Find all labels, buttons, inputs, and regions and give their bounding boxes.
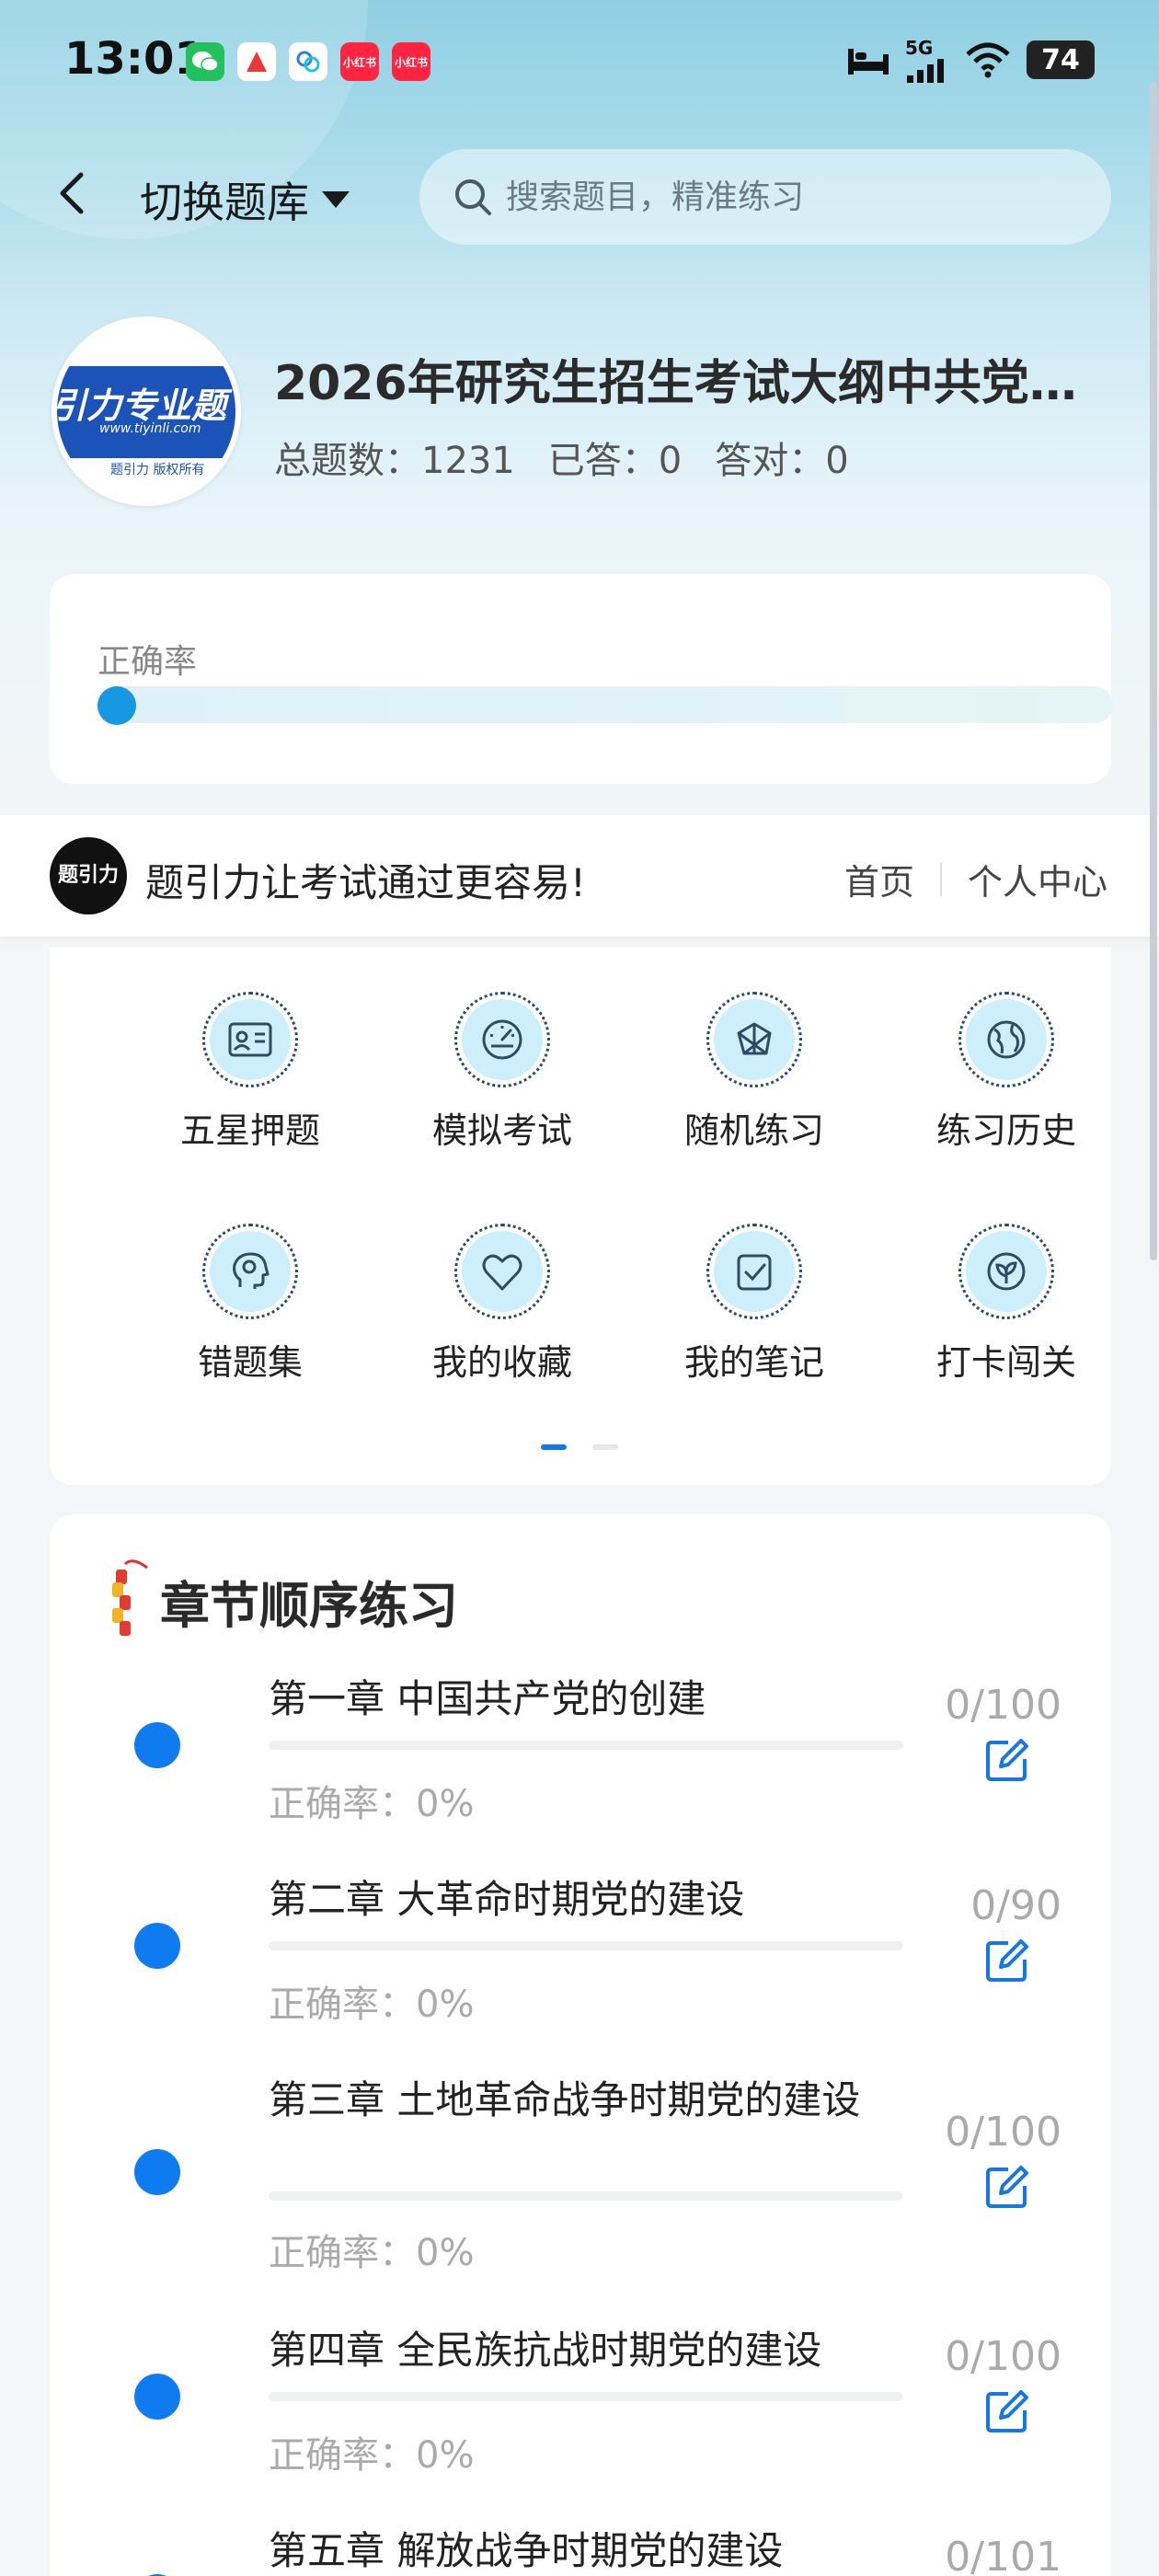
feature-check-in[interactable]: 打卡闯关 [905,1224,1107,1385]
status-indicators: 5G 74 [846,37,1095,83]
globe-icon [987,1020,1026,1059]
note-check-icon [737,1254,772,1291]
chapter-count: 0/101 [945,2534,1061,2576]
chapter-practice-card: 章节顺序练习 第一章 中国共产党的创建 正确率：0% 0/100 第二章 大革命… [50,1514,1111,2576]
nav-divider [939,862,942,896]
chapter-count: 0/90 [970,1882,1061,1929]
feature-label: 五星押题 [179,1110,320,1151]
chapter-section-header: 章节顺序练习 [101,1555,458,1647]
brand-nav: 首页 个人中心 [844,854,1107,904]
chapter-progress-bar [269,1941,903,1950]
chapter-title: 第一章 中国共产党的创建 [269,1676,706,1721]
edit-icon[interactable] [981,1735,1032,1787]
feature-label: 随机练习 [683,1110,824,1151]
page-dot [592,1444,618,1450]
accuracy-label: 正确率 [98,643,198,681]
brand-bar: 题引力 题引力让考试通过更容易! 首页 个人中心 [0,815,1159,937]
chapter-status-dot [134,2149,180,2195]
chapter-section-title: 章节顺序练习 [160,1576,458,1635]
feature-grid: 五星押题 模拟考试 随机练习 练习历史 错题集 我的收藏 我的笔记 打卡闯关 [50,948,1111,1485]
chapter-accuracy: 正确率：0% [269,2434,475,2477]
feature-favorites[interactable]: 我的收藏 [401,1224,603,1385]
baidu-netdisk-icon [289,42,327,81]
feature-notes[interactable]: 我的笔记 [653,1224,855,1385]
bank-title: 2026年研究生招生考试大纲中共党史党建 [274,356,1084,411]
leaf-icon [987,1252,1026,1291]
feature-label: 模拟考试 [431,1110,572,1151]
stat-total: 总题数：1231 [274,440,515,482]
page-dot-active [541,1444,567,1450]
chapter-title: 第三章 土地革命战争时期党的建设 [269,2077,861,2122]
chapter-status-dot [134,1722,180,1768]
battery-indicator: 74 [1027,40,1095,79]
feature-five-star[interactable]: 五星押题 [149,992,351,1153]
accuracy-progress-track [98,686,1113,723]
wechat-icon [186,42,224,81]
chapter-progress-bar [269,2191,903,2201]
search-input[interactable] [506,178,1076,216]
chapter-status-dot [134,1923,180,1969]
nav-home-link[interactable]: 首页 [844,854,914,904]
search-bar[interactable] [419,149,1111,245]
firecracker-icon [112,1559,148,1636]
xiaohongshu-icon: 小红书 [340,42,379,81]
accuracy-progress-knob [98,686,136,725]
bank-logo: 引力专业题 www.tiyinli.com 题引力 版权所有 [52,316,241,506]
status-time: 13:01 [64,33,205,85]
heart-icon [482,1254,522,1291]
chapter-title: 第二章 大革命时期党的建设 [269,1877,745,1922]
signal-icon: 5G [905,37,949,83]
bank-stats: 总题数：1231 已答：0 答对：0 [274,431,849,484]
scrollbar[interactable] [1150,83,1157,1260]
page-indicator [541,1444,618,1450]
stat-answered: 已答：0 [547,440,683,482]
nav-profile-link[interactable]: 个人中心 [968,854,1107,904]
chapter-accuracy: 正确率：0% [269,2232,475,2274]
search-icon [455,179,491,215]
switch-bank-dropdown[interactable]: 切换题库 [140,169,351,230]
chapter-title: 第五章 解放战争时期党的建设 [269,2528,784,2573]
chapter-count: 0/100 [945,2109,1061,2156]
chapter-accuracy: 正确率：0% [269,1984,475,2026]
feature-label: 我的笔记 [683,1342,824,1383]
xiaohongshu-icon: 小红书 [392,42,430,81]
chapter-title: 第四章 全民族抗战时期党的建设 [269,2328,822,2373]
edit-icon[interactable] [981,2162,1032,2214]
edit-icon[interactable] [981,1936,1032,1987]
feature-mock-exam[interactable]: 模拟考试 [401,992,603,1153]
chevron-left-icon [60,172,84,214]
edit-icon[interactable] [981,2386,1032,2438]
feature-label: 我的收藏 [431,1342,572,1383]
feature-history[interactable]: 练习历史 [905,992,1107,1153]
feature-random-practice[interactable]: 随机练习 [653,992,855,1153]
caret-down-icon [322,191,350,208]
feature-wrong-answers[interactable]: 错题集 [149,1224,351,1385]
chapter-count: 0/100 [945,1682,1061,1729]
feature-label: 打卡闯关 [935,1342,1076,1383]
accuracy-card: 正确率 [50,574,1113,784]
brand-logo: 题引力 [50,837,127,914]
feature-label: 练习历史 [935,1110,1076,1151]
chapter-progress-bar [269,2392,903,2401]
wifi-icon [966,42,1010,78]
feature-label: 错题集 [197,1342,303,1383]
chapter-accuracy: 正确率：0% [269,1783,475,1825]
chapter-status-dot [134,2374,180,2420]
chapter-count: 0/100 [945,2333,1061,2380]
status-bar: 13:01 小红书 小红书 5G 74 [0,0,1159,129]
stat-correct: 答对：0 [715,440,849,482]
random-icon [737,1022,772,1055]
brain-icon [233,1252,270,1289]
switch-bank-label: 切换题库 [140,178,309,227]
brand-slogan: 题引力让考试通过更容易! [145,860,586,905]
status-app-icons: 小红书 小红书 [186,42,430,81]
bed-icon [848,49,889,75]
app-store-icon [237,42,276,81]
id-card-icon [228,1022,272,1057]
back-button[interactable] [46,166,101,221]
chapter-progress-bar [269,1741,903,1750]
gauge-icon [482,1019,522,1060]
